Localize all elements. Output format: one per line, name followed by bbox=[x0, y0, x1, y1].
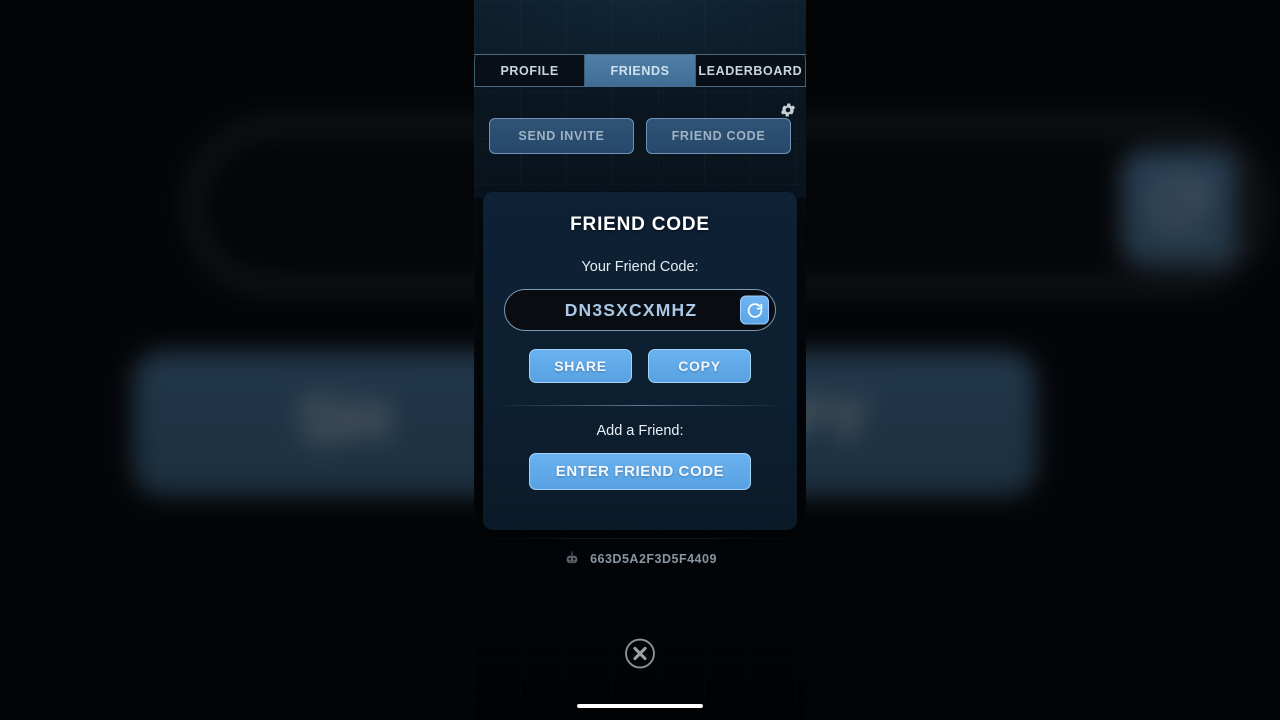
backdrop-refresh-icon bbox=[1121, 150, 1237, 266]
add-a-friend-label: Add a Friend: bbox=[596, 423, 684, 439]
send-invite-label: SEND INVITE bbox=[518, 129, 605, 143]
tab-friends-label: FRIENDS bbox=[610, 63, 670, 78]
header-panel bbox=[474, 0, 806, 196]
device-id-row: 663D5A2F3D5F4409 bbox=[474, 550, 806, 568]
send-invite-button[interactable]: SEND INVITE bbox=[489, 118, 634, 154]
friends-action-row: SEND INVITE FRIEND CODE bbox=[474, 118, 806, 154]
tab-bar: PROFILE FRIENDS LEADERBOARD bbox=[474, 54, 806, 87]
screen-root: SH PY PROFILE FRIENDS LEADERBOARD SEND I… bbox=[0, 0, 1280, 720]
refresh-icon[interactable] bbox=[740, 295, 769, 325]
tab-profile-label: PROFILE bbox=[500, 63, 559, 78]
tab-friends[interactable]: FRIENDS bbox=[585, 55, 696, 86]
close-circle-icon[interactable] bbox=[624, 637, 657, 670]
tab-leaderboard[interactable]: LEADERBOARD bbox=[695, 55, 806, 86]
tab-profile[interactable]: PROFILE bbox=[474, 55, 586, 86]
enter-friend-code-label: ENTER FRIEND CODE bbox=[555, 463, 725, 480]
friend-code-label: FRIEND CODE bbox=[671, 129, 766, 143]
share-label: SHARE bbox=[554, 358, 607, 374]
footer-hairline bbox=[474, 538, 806, 539]
phone-viewport: PROFILE FRIENDS LEADERBOARD SEND INVITE … bbox=[474, 0, 806, 720]
tab-leaderboard-label: LEADERBOARD bbox=[698, 63, 803, 78]
home-indicator bbox=[577, 704, 703, 708]
friend-code-button[interactable]: FRIEND CODE bbox=[646, 118, 791, 154]
modal-divider bbox=[501, 405, 779, 406]
gear-icon[interactable] bbox=[779, 101, 797, 119]
friend-code-value: DN3SXCXMHZ bbox=[564, 299, 698, 320]
copy-label: COPY bbox=[678, 358, 721, 374]
device-id-value: 663D5A2F3D5F4409 bbox=[590, 552, 717, 566]
copy-button[interactable]: COPY bbox=[648, 349, 751, 383]
modal-title: FRIEND CODE bbox=[570, 214, 710, 235]
friend-code-field[interactable]: DN3SXCXMHZ bbox=[504, 289, 776, 331]
enter-friend-code-button[interactable]: ENTER FRIEND CODE bbox=[529, 453, 751, 490]
friend-code-modal: FRIEND CODE Your Friend Code: DN3SXCXMHZ… bbox=[483, 192, 797, 530]
share-button[interactable]: SHARE bbox=[529, 349, 632, 383]
share-copy-row: SHARE COPY bbox=[483, 349, 797, 383]
robot-icon bbox=[563, 550, 581, 568]
your-friend-code-label: Your Friend Code: bbox=[581, 259, 699, 275]
